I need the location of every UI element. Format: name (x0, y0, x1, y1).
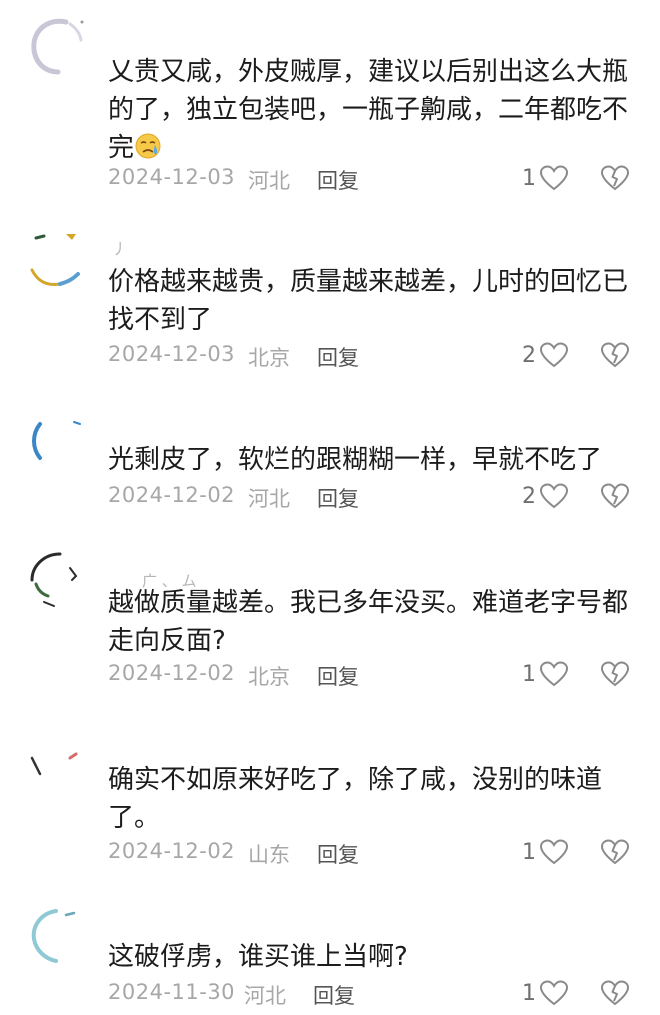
dislike-button[interactable] (600, 340, 630, 370)
comment-text: 乂贵又咸，外皮贼厚，建议以后别出这么大瓶的了，独立包装吧，一瓶子齁咸，二年都吃不… (108, 57, 629, 163)
like-count: 1 (522, 661, 536, 687)
dislike-button[interactable] (600, 978, 630, 1008)
comment-text: 光剩皮了，软烂的跟糊糊一样，早就不吃了 (108, 445, 603, 475)
like-count: 1 (522, 839, 536, 865)
comment-date: 2024-12-03 (108, 342, 236, 366)
like-button[interactable]: 2 (522, 479, 569, 513)
reply-button[interactable]: 回复 (317, 483, 359, 513)
broken-heart-icon (600, 659, 630, 689)
avatar[interactable] (26, 905, 88, 967)
heart-icon (539, 660, 569, 688)
comment-meta: 2024-11-30 河北 回复 1 (108, 976, 638, 1010)
comment-text: 价格越来越贵，质量越来越差，儿时的回忆已找不到了 (108, 267, 629, 335)
comment-date: 2024-12-02 (108, 661, 236, 685)
avatar[interactable] (26, 550, 88, 612)
broken-heart-icon (600, 340, 630, 370)
comment-location: 河北 (244, 984, 286, 1008)
broken-heart-icon (600, 837, 630, 867)
like-count: 1 (522, 980, 536, 1006)
comment-date: 2024-12-02 (108, 483, 236, 507)
reply-button[interactable]: 回复 (317, 661, 359, 691)
comment-location: 北京 (248, 665, 290, 689)
comment-location: 河北 (248, 169, 290, 193)
like-count: 1 (522, 165, 536, 191)
broken-heart-icon (600, 163, 630, 193)
dislike-button[interactable] (600, 163, 630, 193)
comment-location: 山东 (248, 843, 290, 867)
heart-icon (539, 482, 569, 510)
heart-icon (539, 979, 569, 1007)
comment-location: 北京 (248, 346, 290, 370)
like-count: 2 (522, 483, 536, 509)
comment-date: 2024-12-03 (108, 165, 236, 189)
like-count: 2 (522, 342, 536, 368)
comment-meta: 2024-12-02 山东 回复 1 (108, 835, 638, 869)
dislike-button[interactable] (600, 837, 630, 867)
heart-icon (539, 164, 569, 192)
comment-meta: 2024-12-02 河北 回复 2 (108, 479, 638, 513)
heart-icon (539, 341, 569, 369)
reply-button[interactable]: 回复 (317, 839, 359, 869)
comment-meta: 2024-12-03 河北 回复 1 (108, 161, 638, 195)
avatar[interactable] (26, 740, 88, 802)
reply-button[interactable]: 回复 (317, 165, 359, 195)
crying-face-emoji-icon (134, 132, 162, 160)
reply-button[interactable]: 回复 (313, 980, 355, 1010)
like-button[interactable]: 1 (522, 976, 569, 1010)
reply-button[interactable]: 回复 (317, 342, 359, 372)
comment-text: 确实不如原来好吃了，除了咸，没别的味道了。 (108, 765, 603, 833)
avatar[interactable] (26, 230, 88, 292)
comment-date: 2024-11-30 (108, 980, 236, 1004)
like-button[interactable]: 2 (522, 338, 569, 372)
avatar[interactable] (26, 16, 88, 78)
heart-icon (539, 838, 569, 866)
comment-text: 这破俘虏，谁买谁上当啊? (108, 942, 408, 972)
comment-meta: 2024-12-03 北京 回复 2 (108, 338, 638, 372)
like-button[interactable]: 1 (522, 835, 569, 869)
broken-heart-icon (600, 978, 630, 1008)
comment-location: 河北 (248, 487, 290, 511)
comment-nickname: 丿 (112, 240, 128, 258)
dislike-button[interactable] (600, 481, 630, 511)
comment-text: 越做质量越差。我已多年没买。难道老字号都走向反面? (108, 588, 629, 656)
like-button[interactable]: 1 (522, 657, 569, 691)
comment-meta: 2024-12-02 北京 回复 1 (108, 657, 638, 691)
comment-date: 2024-12-02 (108, 839, 236, 863)
dislike-button[interactable] (600, 659, 630, 689)
broken-heart-icon (600, 481, 630, 511)
avatar[interactable] (26, 410, 88, 472)
like-button[interactable]: 1 (522, 161, 569, 195)
